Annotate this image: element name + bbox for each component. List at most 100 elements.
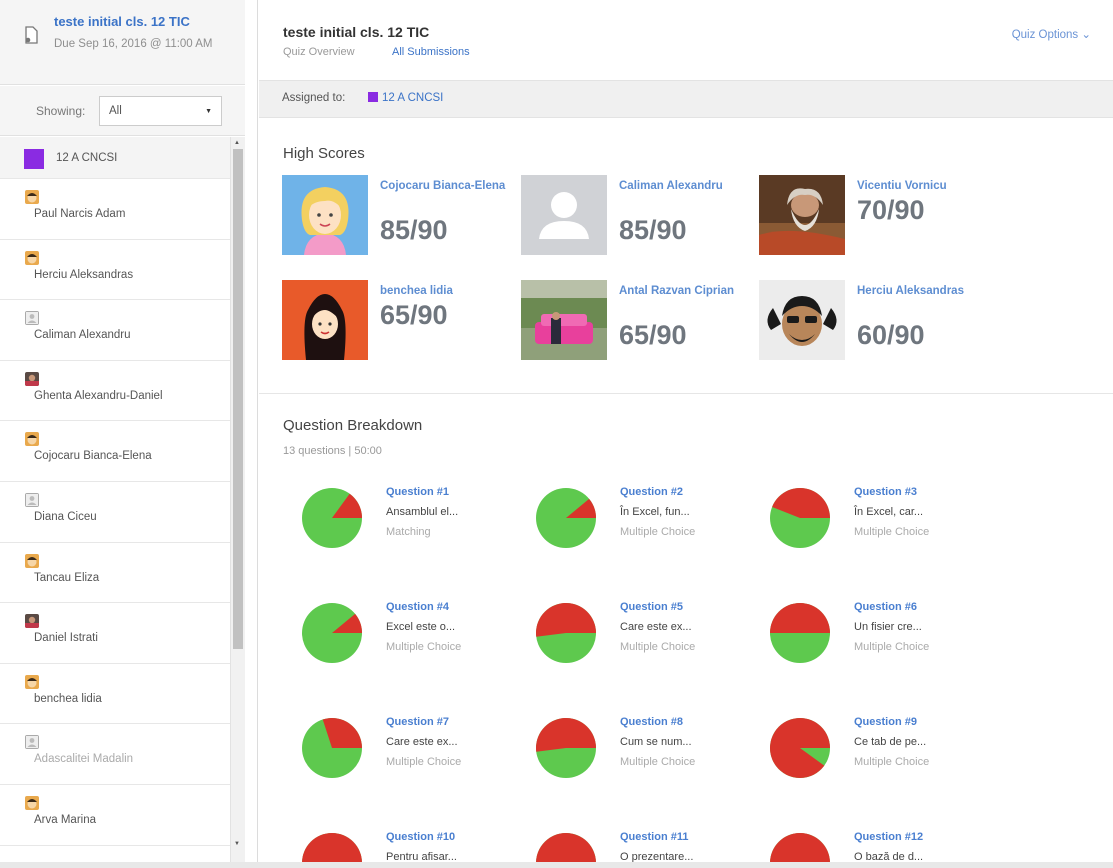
high-score-value: 85/90 [380,215,448,245]
question-pie-chart [770,718,830,778]
high-score-card[interactable]: benchea lidia 65/90 [282,280,512,362]
page-title: teste initial cls. 12 TIC [283,24,430,40]
high-score-card[interactable]: Antal Razvan Ciprian 65/90 [521,280,751,362]
caret-down-icon: ▼ [205,108,212,115]
student-list-item[interactable]: Ghenta Alexandru-Daniel [0,361,230,422]
student-name: Herciu Aleksandras [34,268,134,281]
student-list-item[interactable]: Cojocaru Bianca-Elena [0,421,230,482]
student-list-item[interactable]: Arva Marina [0,785,230,846]
assigned-label: Assigned to: [282,92,346,104]
high-score-card[interactable]: Caliman Alexandru 85/90 [521,175,751,257]
question-snippet: În Excel, fun... [620,506,690,518]
avatar [282,175,368,255]
student-list-item[interactable]: Caliman Alexandru [0,300,230,361]
question-breakdown-title: Question Breakdown [283,417,423,434]
question-snippet: Care este ex... [620,621,692,633]
question-label[interactable]: Question #8 [620,716,683,728]
question-label[interactable]: Question #5 [620,601,683,613]
pie-slice-incorrect [770,718,830,778]
emoji-face-icon [25,432,39,447]
high-score-name: Caliman Alexandru [619,180,723,192]
question-label[interactable]: Question #10 [386,831,455,843]
question-snippet: Cum se num... [620,736,692,748]
question-label[interactable]: Question #7 [386,716,449,728]
high-score-value: 60/90 [857,320,925,350]
emoji-face-icon [25,553,39,568]
question-pie-chart [536,603,596,663]
scroll-down-icon[interactable]: ▼ [234,841,240,847]
high-score-card[interactable]: Herciu Aleksandras 60/90 [759,280,989,362]
pie-slice-incorrect [770,603,830,633]
class-name: 12 A CNCSI [56,152,118,164]
high-score-name: Cojocaru Bianca-Elena [380,180,506,192]
high-score-card[interactable]: Vicentiu Vornicu 70/90 [759,175,989,257]
question-type: Matching [386,526,431,538]
student-list-item[interactable]: benchea lidia [0,664,230,725]
scrollbar-thumb[interactable] [233,149,243,649]
question-label[interactable]: Question #4 [386,601,449,613]
question-label[interactable]: Question #6 [854,601,917,613]
question-item[interactable]: Question #4 Excel este o... Multiple Choic… [300,601,530,671]
question-type: Multiple Choice [620,641,696,653]
high-score-value: 85/90 [619,215,687,245]
student-list-item[interactable]: Paul Narcis Adam [0,179,230,240]
question-type: Multiple Choice [854,756,930,768]
question-type: Multiple Choice [620,756,696,768]
question-label[interactable]: Question #3 [854,486,917,498]
showing-select[interactable]: All ▼ [99,96,222,126]
student-list-item[interactable]: Diana Ciceu [0,482,230,543]
emoji-face-icon [25,674,39,689]
pie-slice-incorrect [536,718,596,752]
quiz-options-menu[interactable]: Quiz Options ⌄ [1012,27,1091,41]
sidebar-scrollbar[interactable]: ▲ ▼ [230,137,245,867]
question-item[interactable]: Question #6 Un fisier cre... Multiple Choi… [768,601,998,671]
quiz-title-link[interactable]: teste initial cls. 12 TIC [54,14,190,29]
document-icon [25,26,38,44]
question-item[interactable]: Question #3 În Excel, car... Multiple Choi… [768,486,998,556]
bottom-scrollbar[interactable] [0,862,1113,868]
question-pie-chart [536,488,596,548]
emoji-face-icon [25,190,39,204]
question-label[interactable]: Question #11 [620,831,688,843]
emoji-face-icon [25,795,39,810]
high-score-value: 70/90 [857,195,925,225]
question-pie-chart [302,488,362,548]
question-item[interactable]: Question #8 Cum se num... Multiple Choice [534,716,764,786]
scroll-up-icon[interactable]: ▲ [234,140,240,146]
tab-quiz-overview[interactable]: Quiz Overview [283,46,355,58]
question-snippet: Un fisier cre... [854,621,922,633]
question-type: Multiple Choice [854,526,930,538]
showing-filter: Showing: All ▼ [0,86,245,136]
student-name: Cojocaru Bianca-Elena [34,450,152,463]
default-avatar-icon [25,492,39,507]
question-item[interactable]: Question #9 Ce tab de pe... Multiple Choic… [768,716,998,786]
question-snippet: Ce tab de pe... [854,736,927,748]
question-label[interactable]: Question #12 [854,831,923,843]
question-snippet: Care este ex... [386,736,458,748]
student-list-item[interactable]: Adascalitei Madalin [0,724,230,785]
high-score-card[interactable]: Cojocaru Bianca-Elena 85/90 [282,175,512,257]
student-name: Caliman Alexandru [34,329,131,342]
question-label[interactable]: Question #2 [620,486,683,498]
high-score-value: 65/90 [380,300,448,330]
assigned-class-link[interactable]: 12 A CNCSI [382,92,443,104]
high-scores-title: High Scores [283,145,365,162]
student-list-item[interactable]: Herciu Aleksandras [0,240,230,301]
student-name: Diana Ciceu [34,510,97,523]
question-item[interactable]: Question #5 Care este ex... Multiple Choic… [534,601,764,671]
default-avatar-icon [25,735,39,750]
class-item[interactable]: 12 A CNCSI [0,137,230,179]
default-avatar-icon [521,175,607,255]
question-item[interactable]: Question #1 Ansamblul el... Matching [300,486,530,556]
student-name: benchea lidia [34,692,102,705]
question-label[interactable]: Question #9 [854,716,917,728]
question-label[interactable]: Question #1 [386,486,449,498]
emoji-face-icon [25,250,39,265]
question-item[interactable]: Question #2 În Excel, fun... Multiple Choi… [534,486,764,556]
tab-all-submissions[interactable]: All Submissions [392,46,470,58]
student-name: Daniel Istrati [34,632,98,645]
question-pie-chart [770,603,830,663]
question-item[interactable]: Question #7 Care este ex... Multiple Choic… [300,716,530,786]
student-list-item[interactable]: Tancau Eliza [0,543,230,604]
student-list-item[interactable]: Daniel Istrati [0,603,230,664]
